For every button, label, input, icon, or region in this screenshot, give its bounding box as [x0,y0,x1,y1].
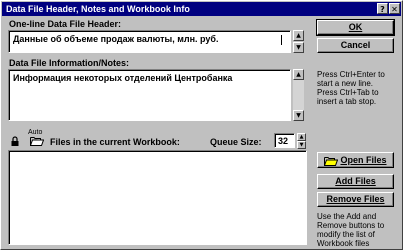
open-files-label: Open Files [340,155,387,165]
remove-files-button[interactable]: Remove Files [317,192,394,207]
add-remove-hint-line-2: Remove buttons to [317,221,385,230]
notes-hint-line-4: insert a tab stop. [317,97,377,106]
notes-hint-line-2: start a new line. [317,79,374,88]
open-folder-icon [29,136,45,146]
notes-scrollbar[interactable]: ▲ ▼ [293,69,304,121]
dialog-window: Data File Header, Notes and Workbook Inf… [0,0,403,250]
notes-field-label-text: Data File Information/Notes: [9,58,130,68]
scroll-down-arrow-icon[interactable]: ▼ [293,42,304,53]
window-title: Data File Header, Notes and Workbook Inf… [6,4,190,14]
help-button[interactable]: ? [377,3,388,14]
add-remove-hint-line-3: modify the list of [317,230,375,239]
scroll-up-arrow-icon[interactable]: ▲ [293,69,304,80]
spin-down-arrow-icon[interactable]: ▼ [297,141,306,149]
workbook-files-label: Files in the current Workbook: [50,137,180,147]
add-remove-hint-line-1: Use the Add and [317,212,377,221]
queue-size-value: 32 [278,136,289,146]
title-bar[interactable]: Data File Header, Notes and Workbook Inf… [2,2,401,16]
header-input[interactable]: Данные об объеме продаж валюты, млн. руб… [8,30,291,53]
notes-textarea-value: Информация некоторых отделений Центробан… [13,73,233,83]
lock-icon[interactable] [11,136,19,146]
ok-button[interactable]: OK [316,19,395,36]
scroll-up-arrow-icon[interactable]: ▲ [293,30,304,41]
open-files-button[interactable]: Open Files [317,152,394,168]
queue-size-label: Queue Size: [210,137,262,147]
notes-field-label: Data File Information/Notes: [9,58,129,69]
header-field-label-text: One-line Data File Header: [9,19,122,29]
spin-up-arrow-icon[interactable]: ▲ [297,133,306,141]
header-input-value: Данные об объеме продаж валюты, млн. руб… [13,34,219,44]
notes-hint-line-1: Press Ctrl+Enter to [317,70,385,79]
add-remove-hint-line-4: Workbook files [317,239,370,248]
notes-hint-line-3: Press Ctrl+Tab to [317,88,379,97]
add-files-label: Add Files [335,176,376,186]
close-button[interactable]: ✕ [389,3,400,14]
scroll-down-arrow-icon[interactable]: ▼ [293,110,304,121]
workbook-files-list[interactable] [8,150,307,245]
folder-icon [324,156,339,166]
queue-size-spinner[interactable]: ▲ ▼ [297,133,306,149]
ok-button-label: OK [348,22,363,32]
remove-files-label: Remove Files [326,194,385,204]
notes-textarea[interactable]: Информация некоторых отделений Центробан… [8,69,291,121]
queue-size-input[interactable]: 32 [274,133,295,148]
header-scrollbar[interactable]: ▲ ▼ [293,30,304,53]
add-files-button[interactable]: Add Files [317,174,394,189]
header-field-label: One-line Data File Header: [9,19,121,30]
cancel-button[interactable]: Cancel [317,38,394,53]
text-caret [281,35,282,45]
